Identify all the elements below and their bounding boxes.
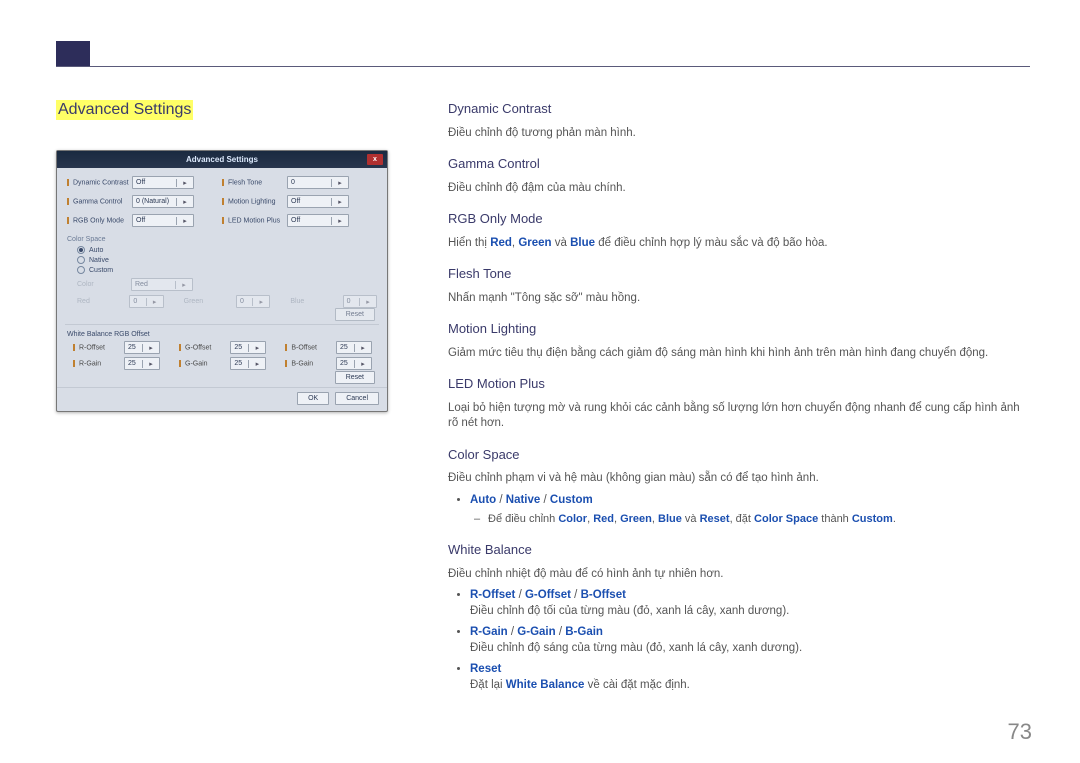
color-select[interactable]: Red▸: [131, 278, 193, 291]
desc-motion-lighting: Giảm mức tiêu thụ điện bằng cách giảm độ…: [448, 346, 1030, 362]
heading-flesh-tone: Flesh Tone: [448, 265, 1030, 283]
rgb-green-value[interactable]: 0▸: [236, 295, 270, 308]
radio-native[interactable]: Native: [77, 256, 377, 264]
section-title-highlight: Advanced Settings: [56, 100, 193, 120]
r-offset-label: R-Offset: [73, 344, 110, 351]
heading-led-motion-plus: LED Motion Plus: [448, 375, 1030, 393]
osd-title-bar: Advanced Settings x: [57, 151, 387, 168]
heading-white-balance: White Balance: [448, 541, 1030, 559]
bullet-wb-offset: R-Offset / G-Offset / B-Offset Điều chỉn…: [470, 588, 1030, 619]
g-offset-label: G-Offset: [179, 344, 216, 351]
desc-color-space: Điều chỉnh phạm vi và hệ màu (không gian…: [448, 471, 1030, 487]
heading-dynamic-contrast: Dynamic Contrast: [448, 100, 1030, 118]
gamma-control-select[interactable]: 0 (Natural)▸: [132, 195, 194, 208]
b-offset-label: B-Offset: [285, 344, 322, 351]
desc-gamma-control: Điều chỉnh độ đậm của màu chính.: [448, 181, 1030, 197]
osd-label: Dynamic Contrast: [67, 179, 132, 186]
header-accent-block: [56, 41, 90, 67]
rgb-red-value[interactable]: 0▸: [129, 295, 163, 308]
g-offset-value[interactable]: 25▸: [230, 341, 266, 354]
b-gain-label: B-Gain: [285, 360, 322, 367]
radio-auto[interactable]: Auto: [77, 246, 377, 254]
r-offset-value[interactable]: 25▸: [124, 341, 160, 354]
rgb-only-mode-select[interactable]: Off▸: [132, 214, 194, 227]
r-gain-value[interactable]: 25▸: [124, 357, 160, 370]
color-space-group-label: Color Space: [67, 236, 377, 243]
osd-label: RGB Only Mode: [67, 217, 132, 224]
header-rule: [56, 66, 1030, 67]
motion-lighting-select[interactable]: Off▸: [287, 195, 349, 208]
osd-label: Gamma Control: [67, 198, 132, 205]
r-gain-label: R-Gain: [73, 360, 110, 367]
desc-rgb-only-mode: Hiển thị Red, Green và Blue để điều chỉn…: [448, 236, 1030, 252]
osd-title: Advanced Settings: [186, 155, 258, 164]
rgb-red-label: Red: [77, 298, 109, 305]
bullet-wb-reset: Reset Đặt lại White Balance về cài đặt m…: [470, 662, 1030, 693]
heading-rgb-only-mode: RGB Only Mode: [448, 210, 1030, 228]
color-label: Color: [77, 281, 111, 288]
bullet-color-space-modes: Auto / Native / Custom Để điều chỉnh Col…: [470, 493, 1030, 527]
osd-label: Motion Lighting: [222, 198, 287, 205]
bullet-wb-gain: R-Gain / G-Gain / B-Gain Điều chỉnh độ s…: [470, 625, 1030, 656]
page-number: 73: [1008, 719, 1032, 745]
desc-white-balance: Điều chỉnh nhiệt độ màu để có hình ảnh t…: [448, 567, 1030, 583]
rgb-blue-label: Blue: [290, 298, 322, 305]
close-icon[interactable]: x: [367, 154, 383, 165]
ok-button[interactable]: OK: [297, 392, 329, 405]
osd-label: LED Motion Plus: [222, 217, 287, 224]
g-gain-value[interactable]: 25▸: [230, 357, 266, 370]
desc-flesh-tone: Nhấn mạnh "Tông sặc sỡ" màu hồng.: [448, 291, 1030, 307]
desc-dynamic-contrast: Điều chỉnh độ tương phản màn hình.: [448, 126, 1030, 142]
white-balance-group-label: White Balance RGB Offset: [67, 331, 377, 338]
rgb-green-label: Green: [184, 298, 216, 305]
heading-motion-lighting: Motion Lighting: [448, 320, 1030, 338]
led-motion-plus-select[interactable]: Off▸: [287, 214, 349, 227]
cancel-button[interactable]: Cancel: [335, 392, 379, 405]
flesh-tone-select[interactable]: 0▸: [287, 176, 349, 189]
desc-led-motion-plus: Loại bỏ hiện tượng mờ và rung khỏi các c…: [448, 401, 1030, 432]
radio-custom[interactable]: Custom: [77, 266, 377, 274]
b-offset-value[interactable]: 25▸: [336, 341, 372, 354]
rgb-blue-value[interactable]: 0▸: [343, 295, 377, 308]
heading-gamma-control: Gamma Control: [448, 155, 1030, 173]
color-reset-button[interactable]: Reset: [335, 308, 375, 321]
g-gain-label: G-Gain: [179, 360, 216, 367]
osd-label: Flesh Tone: [222, 179, 287, 186]
subbullet-color-space: Để điều chỉnh Color, Red, Green, Blue và…: [488, 512, 1030, 527]
wb-reset-button[interactable]: Reset: [335, 371, 375, 384]
dynamic-contrast-select[interactable]: Off▸: [132, 176, 194, 189]
b-gain-value[interactable]: 25▸: [336, 357, 372, 370]
osd-panel: Advanced Settings x Dynamic Contrast Off…: [56, 150, 388, 412]
heading-color-space: Color Space: [448, 446, 1030, 464]
